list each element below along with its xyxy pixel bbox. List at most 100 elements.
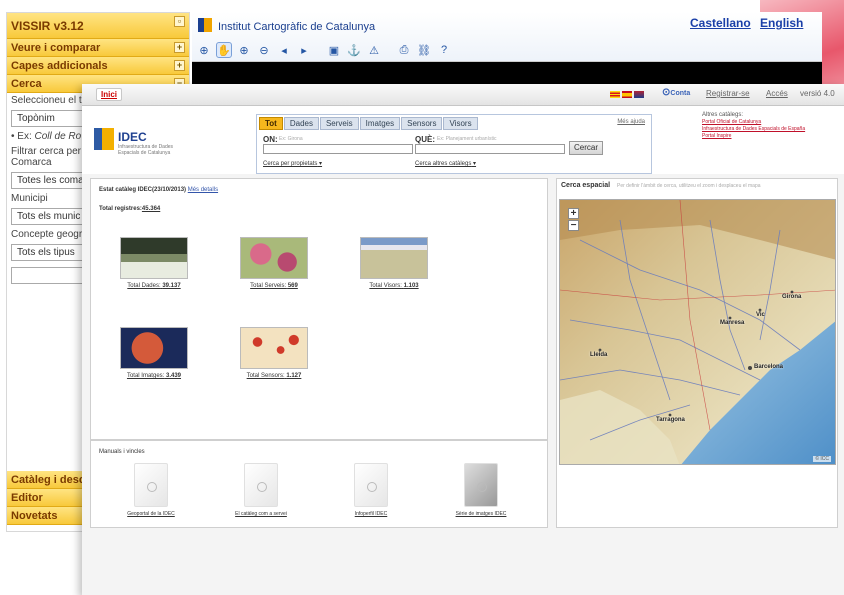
- language-flags: [610, 91, 644, 98]
- city-label: Manresa: [720, 320, 745, 326]
- help-icon[interactable]: ?: [436, 42, 452, 58]
- plus-icon[interactable]: +: [174, 42, 185, 53]
- city-label: Vic: [756, 312, 765, 318]
- spatial-search-hint: Per definir l'àmbit de cerca, utilitzeu …: [617, 183, 761, 189]
- on-hint: Ex: Girona: [279, 136, 303, 142]
- plus-icon[interactable]: +: [174, 60, 185, 71]
- que-label: QUÈ:: [415, 135, 435, 144]
- zoom-extent-icon[interactable]: ⊕: [196, 42, 212, 58]
- search-tabs: Tot Dades Serveis Imatges Sensors Visors: [259, 117, 478, 130]
- map-canvas[interactable]: Girona Manresa Barcelona Tarragona Lleid…: [559, 199, 836, 465]
- accordion-veure[interactable]: Veure i comparar +: [7, 39, 189, 57]
- pan-hand-icon[interactable]: ✋: [216, 42, 232, 58]
- manual-item[interactable]: El catàleg com a servei: [221, 463, 301, 517]
- city-label: Barcelona: [754, 364, 784, 370]
- sensors-thumbnail[interactable]: [240, 327, 308, 369]
- catalog-title: Estat catàleg IDEC(23/10/2013) Més detal…: [99, 187, 219, 193]
- manual-item[interactable]: Infoperfil IDEC: [331, 463, 411, 517]
- spatial-search-panel: Cerca espacial Per definir l'àmbit de ce…: [556, 178, 838, 528]
- text-search-input[interactable]: [11, 267, 85, 284]
- concepte-select[interactable]: Tots els tipus: [11, 244, 85, 261]
- que-hint: Ex: Planejament urbanístic: [437, 136, 497, 142]
- vissir-header: Institut Cartogràfic de Catalunya Castel…: [192, 12, 822, 62]
- catalog-item-visors[interactable]: Total Visors: 1.103: [359, 237, 429, 289]
- idec-topbar: Inici ⊙Conta Registrar-se Accés versió 4…: [82, 84, 844, 106]
- other-catalogs-title: Altres catàlegs:: [702, 112, 744, 118]
- other-catalog-link[interactable]: Portal Inspire: [702, 133, 842, 139]
- catalog-item-sensors[interactable]: Total Sensors: 1.127: [239, 327, 309, 379]
- other-catalog-link[interactable]: Portal Oficial de Catalunya: [702, 119, 842, 125]
- property-search-link[interactable]: Cerca per propietats ▾: [263, 160, 322, 167]
- version-text: versió 4.0: [800, 89, 835, 98]
- warning-icon[interactable]: ⚠: [366, 42, 382, 58]
- anchor-icon[interactable]: ⚓: [346, 42, 362, 58]
- map-attribution: © ICC: [813, 456, 831, 462]
- back-arrow-icon[interactable]: ◂: [276, 42, 292, 58]
- city-label: Lleida: [590, 352, 608, 358]
- login-link[interactable]: Accés: [766, 89, 788, 98]
- search-button[interactable]: Cercar: [569, 141, 603, 155]
- other-catalogs-search-link[interactable]: Cerca altres catàlegs ▾: [415, 160, 476, 167]
- on-label: ON:: [263, 135, 278, 144]
- zoom-in-button[interactable]: +: [568, 208, 579, 219]
- document-icon[interactable]: [134, 463, 168, 507]
- terrain-map[interactable]: [560, 200, 836, 465]
- document-icon[interactable]: [354, 463, 388, 507]
- catalog-panel: Estat catàleg IDEC(23/10/2013) Més detal…: [90, 178, 548, 440]
- catalan-flag-icon[interactable]: [610, 91, 620, 98]
- save-icon[interactable]: ▣: [326, 42, 342, 58]
- visors-thumbnail[interactable]: [360, 237, 428, 279]
- link-icon[interactable]: ⛓: [416, 42, 432, 58]
- english-flag-icon[interactable]: [634, 91, 644, 98]
- spatial-search-title: Cerca espacial: [561, 182, 611, 189]
- comarca-select[interactable]: Totes les coma: [11, 172, 85, 189]
- manuals-panel: Manuals i vincles Geoportal de la IDEC E…: [90, 440, 548, 528]
- zoom-out-button[interactable]: −: [568, 220, 579, 231]
- toponim-select[interactable]: Topònim: [11, 110, 85, 127]
- idec-window: Inici ⊙Conta Registrar-se Accés versió 4…: [82, 84, 844, 595]
- help-link[interactable]: Més ajuda: [617, 119, 645, 125]
- other-catalog-link[interactable]: Infraestructura de Dades Espacials de Es…: [702, 126, 842, 132]
- imatges-thumbnail[interactable]: [120, 327, 188, 369]
- municipi-select[interactable]: Tots els munic: [11, 208, 85, 225]
- manual-item[interactable]: Sèrie de imatges IDEC: [441, 463, 521, 517]
- manuals-title: Manuals i vincles: [99, 449, 145, 455]
- tab-imatges[interactable]: Imatges: [359, 117, 401, 130]
- catalog-item-dades[interactable]: Total Dades: 39.137: [119, 237, 189, 289]
- dades-thumbnail[interactable]: [120, 237, 188, 279]
- que-input[interactable]: [415, 144, 565, 154]
- tab-serveis[interactable]: Serveis: [319, 117, 359, 130]
- idec-logo: [94, 128, 114, 150]
- catalog-item-serveis[interactable]: Total Serveis: 569: [239, 237, 309, 289]
- print-icon[interactable]: ⎙: [396, 42, 412, 58]
- language-links: Castellano English: [690, 16, 809, 30]
- castellano-link[interactable]: Castellano: [690, 16, 751, 30]
- idec-header: IDEC Infraestructura de Dades Espacials …: [82, 106, 844, 174]
- city-label: Tarragona: [656, 417, 685, 423]
- english-link[interactable]: English: [760, 16, 803, 30]
- serveis-thumbnail[interactable]: [240, 237, 308, 279]
- zoom-in-icon[interactable]: ⊕: [236, 42, 252, 58]
- catalog-item-imatges[interactable]: Total Imatges: 3.439: [119, 327, 189, 379]
- icc-logo: [198, 18, 212, 32]
- map-toolbar: ⊕ ✋ ⊕ ⊖ ◂ ▸ ▣ ⚓ ⚠ ⎙ ⛓ ?: [196, 42, 452, 60]
- tab-tot[interactable]: Tot: [259, 117, 283, 130]
- home-tab[interactable]: Inici: [96, 88, 123, 101]
- collapse-icon[interactable]: ▫: [174, 16, 185, 27]
- manual-item[interactable]: Geoportal de la IDEC: [111, 463, 191, 517]
- details-link[interactable]: Més detalls: [188, 187, 218, 193]
- on-input[interactable]: [263, 144, 413, 154]
- image-series-icon[interactable]: [464, 463, 498, 507]
- register-link[interactable]: Registrar-se: [706, 89, 750, 98]
- tab-dades[interactable]: Dades: [283, 117, 319, 130]
- document-icon[interactable]: [244, 463, 278, 507]
- accordion-capes[interactable]: Capes addicionals +: [7, 57, 189, 75]
- forward-arrow-icon[interactable]: ▸: [296, 42, 312, 58]
- user-link[interactable]: ⊙Conta: [662, 87, 690, 98]
- tab-visors[interactable]: Visors: [443, 117, 478, 130]
- city-label: Girona: [782, 294, 802, 300]
- spanish-flag-icon[interactable]: [622, 91, 632, 98]
- zoom-out-icon[interactable]: ⊖: [256, 42, 272, 58]
- idec-subtitle-2: Espacials de Catalunya: [118, 150, 171, 156]
- tab-sensors[interactable]: Sensors: [401, 117, 443, 130]
